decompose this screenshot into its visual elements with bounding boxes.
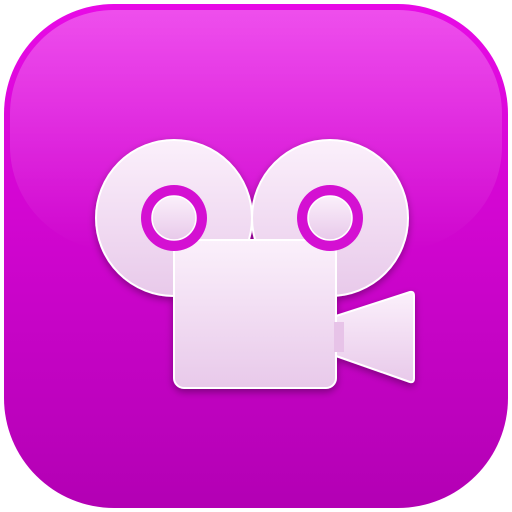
left-reel-hub [151, 195, 197, 241]
movie-camera-icon [4, 4, 508, 508]
lens-mount [334, 322, 344, 352]
right-reel-hub [307, 195, 353, 241]
camera-body [173, 239, 337, 389]
app-icon[interactable] [4, 4, 508, 508]
icon-canvas [0, 0, 512, 512]
